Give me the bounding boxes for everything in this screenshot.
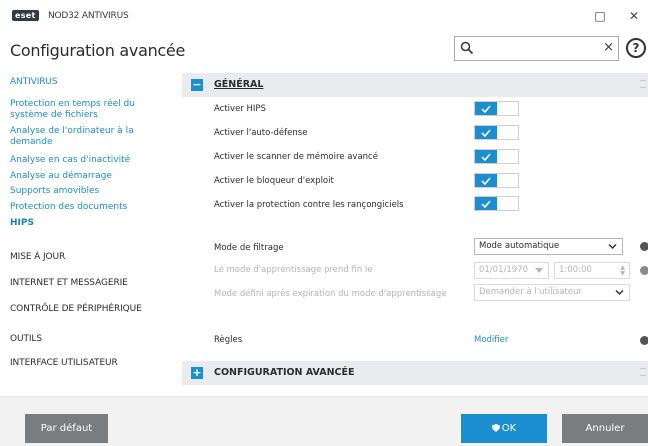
after-learning-value: Demander à l'utilisateur xyxy=(479,287,582,297)
advanced-section-title: CONFIGURATION AVANCÉE xyxy=(214,367,355,378)
chevron-down-icon xyxy=(615,289,624,296)
sidebar: ANTIVIRUS Protection en temps réel du sy… xyxy=(0,66,178,396)
learning-end-date-input[interactable]: 01/01/1970 xyxy=(474,262,549,279)
edit-rules-link[interactable]: Modifier xyxy=(474,335,508,345)
sidebar-item-document-protection[interactable]: Protection des documents xyxy=(10,202,175,213)
enable-memory-scanner-label: Activer le scanner de mémoire avancé xyxy=(214,152,378,162)
sidebar-section-user-interface[interactable]: INTERFACE UTILISATEUR xyxy=(10,358,118,368)
filter-mode-select[interactable]: Mode automatique xyxy=(474,238,623,255)
check-icon xyxy=(481,105,491,113)
help-icon[interactable]: ? xyxy=(626,38,646,58)
learning-end-time-value: 1:00:00 xyxy=(559,265,592,275)
ok-button[interactable]: OK xyxy=(461,414,547,443)
ok-button-label: OK xyxy=(501,423,517,434)
sidebar-item-on-demand-scan[interactable]: Analyse de l'ordinateur à la demande xyxy=(10,126,175,148)
learning-end-time-input[interactable]: 1:00:00 ▲ ▼ xyxy=(554,262,630,279)
chevron-down-icon xyxy=(608,243,617,250)
filter-mode-value: Mode automatique xyxy=(479,241,560,251)
shield-icon xyxy=(491,424,500,432)
title-bar: eset NOD32 ANTIVIRUS □ ✕ xyxy=(0,0,648,34)
spinner-arrows-icon: ▲ ▼ xyxy=(620,264,625,277)
enable-exploit-blocker-label: Activer le bloqueur d'exploit xyxy=(214,176,334,186)
search-input[interactable]: × xyxy=(454,36,619,61)
footer-bar: Par défaut OK Annuler xyxy=(0,396,648,446)
check-icon xyxy=(481,200,491,208)
sidebar-item-idle-scan[interactable]: Analyse en cas d'inactivité xyxy=(10,155,175,166)
enable-exploit-blocker-switch[interactable] xyxy=(474,173,519,188)
maximize-button[interactable]: □ xyxy=(592,8,608,24)
eset-logo: eset xyxy=(12,10,39,21)
enable-ransomware-shield-label: Activer la protection contre les rançong… xyxy=(214,200,404,210)
default-button[interactable]: Par défaut xyxy=(25,414,108,443)
general-section-header[interactable]: − GÉNÉRAL xyxy=(182,73,648,97)
enable-ransomware-shield-switch[interactable] xyxy=(474,196,519,211)
cancel-button[interactable]: Annuler xyxy=(562,414,648,443)
scroll-grip-icon xyxy=(640,368,646,376)
enable-self-defense-switch[interactable] xyxy=(474,125,519,140)
switch-on-state xyxy=(475,174,497,187)
info-icon[interactable] xyxy=(640,336,648,345)
collapse-icon[interactable]: − xyxy=(191,79,203,91)
clear-search-icon[interactable]: × xyxy=(603,40,614,56)
enable-memory-scanner-switch[interactable] xyxy=(474,149,519,164)
sidebar-section-web-email[interactable]: INTERNET ET MESSAGERIE xyxy=(10,278,128,288)
sidebar-section-tools[interactable]: OUTILS xyxy=(10,334,42,344)
filter-mode-label: Mode de filtrage xyxy=(214,243,284,253)
check-icon xyxy=(481,177,491,185)
enable-hips-switch[interactable] xyxy=(474,101,519,116)
check-icon xyxy=(481,129,491,137)
sidebar-section-device-control[interactable]: CONTRÔLE DE PÉRIPHÉRIQUE xyxy=(10,304,142,314)
switch-on-state xyxy=(475,102,497,115)
sidebar-item-hips[interactable]: HIPS xyxy=(10,218,175,229)
app-title: NOD32 ANTIVIRUS xyxy=(48,11,129,21)
switch-on-state xyxy=(475,150,497,163)
search-icon xyxy=(460,41,474,55)
general-section-title: GÉNÉRAL xyxy=(214,79,264,90)
advanced-section-header[interactable]: + CONFIGURATION AVANCÉE xyxy=(182,361,648,385)
rules-label: Règles xyxy=(214,335,243,345)
after-learning-select[interactable]: Demander à l'utilisateur xyxy=(474,284,630,301)
expand-icon[interactable]: + xyxy=(191,367,203,379)
settings-panel: − GÉNÉRAL Activer HIPS Activer l'auto-dé… xyxy=(182,66,648,396)
info-icon[interactable] xyxy=(640,242,648,251)
sidebar-item-removable-media[interactable]: Supports amovibles xyxy=(10,186,175,197)
sidebar-item-startup-scan[interactable]: Analyse au démarrage xyxy=(10,171,175,182)
enable-hips-label: Activer HIPS xyxy=(214,104,266,114)
info-icon[interactable] xyxy=(640,266,648,275)
switch-on-state xyxy=(475,197,497,210)
caret-down-icon xyxy=(535,268,543,273)
sidebar-section-antivirus[interactable]: ANTIVIRUS xyxy=(10,77,58,87)
after-learning-label: Mode défini après expiration du mode d'a… xyxy=(214,289,447,299)
sidebar-item-realtime-protection[interactable]: Protection en temps réel du système de f… xyxy=(10,99,175,121)
close-button[interactable]: ✕ xyxy=(626,8,642,24)
enable-self-defense-label: Activer l'auto-défense xyxy=(214,128,308,138)
sidebar-section-update[interactable]: MISE À JOUR xyxy=(10,252,65,262)
switch-on-state xyxy=(475,126,497,139)
scroll-grip-icon xyxy=(640,80,646,88)
check-icon xyxy=(481,153,491,161)
page-title: Configuration avancée xyxy=(10,41,185,60)
learning-end-date-value: 01/01/1970 xyxy=(479,265,528,275)
learning-end-label: Le mode d'apprentissage prend fin le xyxy=(214,265,373,275)
